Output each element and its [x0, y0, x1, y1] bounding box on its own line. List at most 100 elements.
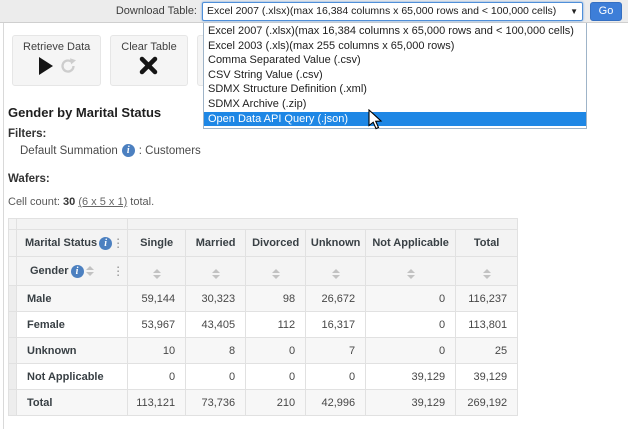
sort-toggle-icon[interactable] — [272, 269, 280, 279]
data-cell: 26,672 — [306, 286, 366, 312]
x-icon — [139, 56, 158, 80]
cell-count-suffix: total. — [127, 196, 154, 208]
dropdown-option[interactable]: SDMX Archive (.zip) — [204, 97, 586, 112]
cell-count-value: 30 — [63, 196, 75, 208]
page-title: Gender by Marital Status — [8, 105, 161, 120]
info-icon[interactable]: i — [99, 237, 112, 250]
download-table-label: Download Table: — [116, 5, 197, 17]
dropdown-option[interactable]: CSV String Value (.csv) — [204, 68, 586, 83]
column-sort-cell — [306, 257, 366, 286]
data-cell: 39,129 — [456, 364, 518, 390]
dropdown-option[interactable]: SDMX Structure Definition (.xml) — [204, 82, 586, 97]
sort-toggle-icon[interactable] — [332, 269, 340, 279]
column-header: Unknown — [306, 230, 366, 257]
filter-value: : Customers — [139, 145, 201, 157]
data-cell: 8 — [186, 338, 246, 364]
cell-count-dims-link[interactable]: (6 x 5 x 1) — [78, 196, 127, 208]
download-bar: Download Table: Excel 2007 (.xlsx)(max 1… — [0, 0, 628, 23]
wafers-heading: Wafers: — [8, 173, 50, 185]
sort-toggle-icon[interactable] — [153, 269, 161, 279]
data-cell: 210 — [246, 390, 306, 416]
sort-toggle-icon[interactable] — [212, 269, 220, 279]
retrieve-data-button[interactable]: Retrieve Data — [12, 35, 101, 86]
go-button[interactable]: Go — [590, 2, 622, 21]
clear-table-button[interactable]: Clear Table — [110, 35, 187, 86]
filter-name: Default Summation — [20, 145, 118, 157]
data-table: Marital Status i ⋮ SingleMarriedDivorced… — [8, 218, 518, 416]
data-cell: 7 — [306, 338, 366, 364]
data-cell: 112 — [246, 312, 306, 338]
data-cell: 0 — [246, 338, 306, 364]
row-dimension-row: Gender i ⋮ — [9, 257, 518, 286]
data-cell: 10 — [128, 338, 186, 364]
data-cell: 53,967 — [128, 312, 186, 338]
row-label: Unknown — [17, 338, 128, 364]
data-cell: 269,192 — [456, 390, 518, 416]
data-cell: 0 — [366, 312, 456, 338]
kebab-menu-icon[interactable]: ⋮ — [112, 264, 124, 278]
data-cell: 39,129 — [366, 390, 456, 416]
table-row: Not Applicable000039,12939,129 — [9, 364, 518, 390]
app-window: Download Table: Excel 2007 (.xlsx)(max 1… — [0, 0, 628, 429]
column-header: Total — [456, 230, 518, 257]
data-cell: 0 — [186, 364, 246, 390]
column-header: Not Applicable — [366, 230, 456, 257]
column-header: Divorced — [246, 230, 306, 257]
info-icon[interactable]: i — [122, 144, 135, 157]
data-cell: 0 — [128, 364, 186, 390]
row-label: Female — [17, 312, 128, 338]
row-dimension-label: Gender — [30, 265, 69, 277]
select-dropdown-arrow-icon: ▼ — [570, 7, 578, 16]
info-icon[interactable]: i — [71, 265, 84, 278]
retrieve-data-label: Retrieve Data — [23, 41, 90, 53]
sort-toggle-icon[interactable] — [407, 269, 415, 279]
download-format-listbox: Excel 2007 (.xlsx)(max 16,384 columns x … — [203, 23, 587, 129]
data-cell: 98 — [246, 286, 306, 312]
table-row: Total113,12173,73621042,99639,129269,192 — [9, 390, 518, 416]
table-top-strip — [9, 219, 518, 230]
sort-toggle-icon[interactable] — [86, 266, 94, 276]
data-cell: 0 — [366, 338, 456, 364]
cell-count-line: Cell count: 30 (6 x 5 x 1) total. — [8, 196, 154, 208]
filters-heading: Filters: — [8, 128, 46, 140]
dropdown-option[interactable]: Excel 2007 (.xlsx)(max 16,384 columns x … — [204, 24, 586, 39]
column-dimension-label: Marital Status — [25, 237, 97, 249]
dropdown-option[interactable]: Open Data API Query (.json) — [204, 112, 586, 127]
data-cell: 43,405 — [186, 312, 246, 338]
cell-count-prefix: Cell count: — [8, 196, 63, 208]
table-row: Female53,96743,40511216,3170113,801 — [9, 312, 518, 338]
sort-toggle-icon[interactable] — [483, 269, 491, 279]
column-dimension-row: Marital Status i ⋮ SingleMarriedDivorced… — [9, 230, 518, 257]
data-cell: 25 — [456, 338, 518, 364]
data-cell: 30,323 — [186, 286, 246, 312]
row-label: Total — [17, 390, 128, 416]
download-format-select[interactable]: Excel 2007 (.xlsx)(max 16,384 columns x … — [202, 2, 583, 21]
clear-table-label: Clear Table — [121, 41, 176, 53]
panel-left-border — [3, 23, 4, 429]
mouse-cursor-icon — [368, 109, 383, 135]
column-sort-cell — [246, 257, 306, 286]
column-sort-cell — [128, 257, 186, 286]
column-sort-cell — [456, 257, 518, 286]
data-cell: 116,237 — [456, 286, 518, 312]
play-icon — [37, 56, 55, 81]
column-header: Single — [128, 230, 186, 257]
column-sort-cell — [186, 257, 246, 286]
select-value: Excel 2007 (.xlsx)(max 16,384 columns x … — [207, 5, 567, 17]
data-cell: 73,736 — [186, 390, 246, 416]
filter-line: Default Summation i : Customers — [20, 144, 201, 157]
data-cell: 59,144 — [128, 286, 186, 312]
refresh-icon — [59, 57, 77, 80]
row-label: Not Applicable — [17, 364, 128, 390]
data-cell: 113,121 — [128, 390, 186, 416]
column-header: Married — [186, 230, 246, 257]
kebab-menu-icon[interactable]: ⋮ — [112, 236, 124, 250]
column-sort-cell — [366, 257, 456, 286]
data-cell: 16,317 — [306, 312, 366, 338]
data-cell: 0 — [306, 364, 366, 390]
data-cell: 39,129 — [366, 364, 456, 390]
table-row: Male59,14430,3239826,6720116,237 — [9, 286, 518, 312]
dropdown-option[interactable]: Comma Separated Value (.csv) — [204, 53, 586, 68]
data-cell: 0 — [246, 364, 306, 390]
dropdown-option[interactable]: Excel 2003 (.xls)(max 255 columns x 65,0… — [204, 39, 586, 54]
